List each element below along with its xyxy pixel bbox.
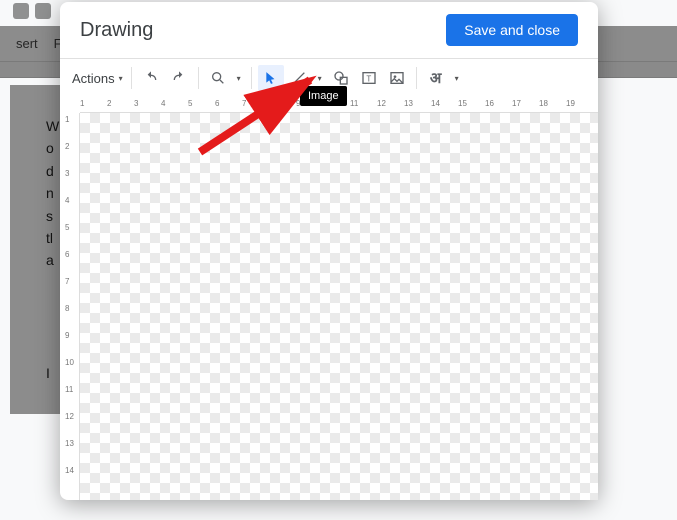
ruler-tick: 8 — [269, 99, 273, 108]
actions-menu[interactable]: Actions — [70, 67, 125, 90]
line-icon — [291, 70, 307, 86]
textbox-icon: T — [361, 70, 377, 86]
ruler-tick: 18 — [539, 99, 548, 108]
drawing-modal: Drawing Save and close Actions T — [60, 2, 598, 500]
ruler-tick: 13 — [404, 99, 413, 108]
separator — [131, 67, 132, 89]
ruler-tick: 4 — [65, 196, 69, 205]
ruler-tick: 12 — [65, 412, 74, 421]
zoom-dropdown[interactable] — [233, 74, 245, 83]
ruler-tick: 1 — [80, 99, 84, 108]
undo-icon — [143, 70, 159, 86]
vertical-ruler: 1234567891011121314 — [60, 113, 80, 500]
image-tooltip: Image — [300, 86, 347, 106]
ruler-tick: 10 — [65, 358, 74, 367]
ruler-tick: 7 — [65, 277, 69, 286]
ruler-tick: 16 — [485, 99, 494, 108]
ruler-tick: 17 — [512, 99, 521, 108]
canvas-wrap: 1234567891011121314 — [60, 113, 598, 500]
ruler-tick: 7 — [242, 99, 246, 108]
modal-title: Drawing — [80, 19, 153, 42]
ruler-tick: 14 — [431, 99, 440, 108]
cloud-icon — [35, 3, 51, 19]
separator — [251, 67, 252, 89]
separator — [198, 67, 199, 89]
tab-icon — [13, 3, 29, 19]
ruler-tick: 19 — [566, 99, 575, 108]
ruler-tick: 2 — [65, 142, 69, 151]
ruler-tick: 11 — [350, 99, 358, 108]
image-tool-button[interactable] — [384, 65, 410, 91]
ruler-tick: 6 — [215, 99, 219, 108]
ruler-tick: 9 — [65, 331, 69, 340]
shape-icon — [333, 70, 349, 86]
ruler-tick: 3 — [65, 169, 69, 178]
script-dropdown[interactable] — [451, 74, 463, 83]
script-tool-button[interactable]: अ — [423, 65, 449, 91]
ruler-tick: 15 — [458, 99, 467, 108]
ruler-tick: 13 — [65, 439, 74, 448]
separator — [416, 67, 417, 89]
image-icon — [389, 70, 405, 86]
save-and-close-button[interactable]: Save and close — [446, 14, 578, 46]
menu-insert: sert — [16, 36, 38, 51]
undo-button[interactable] — [138, 65, 164, 91]
ruler-tick: 2 — [107, 99, 111, 108]
svg-text:T: T — [366, 74, 371, 83]
docs-tab-icons — [13, 3, 51, 19]
textbox-tool-button[interactable]: T — [356, 65, 382, 91]
line-dropdown[interactable] — [314, 74, 326, 83]
drawing-canvas[interactable] — [80, 113, 598, 500]
ruler-tick: 3 — [134, 99, 138, 108]
modal-header: Drawing Save and close — [60, 2, 598, 58]
ruler-tick: 8 — [65, 304, 69, 313]
ruler-tick: 6 — [65, 250, 69, 259]
redo-icon — [171, 70, 187, 86]
magnifier-icon — [210, 70, 226, 86]
ruler-tick: 1 — [65, 115, 69, 124]
ruler-tick: 11 — [65, 385, 73, 394]
ruler-tick: 5 — [65, 223, 69, 232]
ruler-tick: 5 — [188, 99, 192, 108]
select-tool-button[interactable] — [258, 65, 284, 91]
redo-button[interactable] — [166, 65, 192, 91]
ruler-tick: 4 — [161, 99, 165, 108]
zoom-button[interactable] — [205, 65, 231, 91]
ruler-tick: 14 — [65, 466, 74, 475]
devanagari-icon: अ — [430, 68, 441, 88]
cursor-icon — [264, 71, 278, 85]
ruler-tick: 12 — [377, 99, 386, 108]
